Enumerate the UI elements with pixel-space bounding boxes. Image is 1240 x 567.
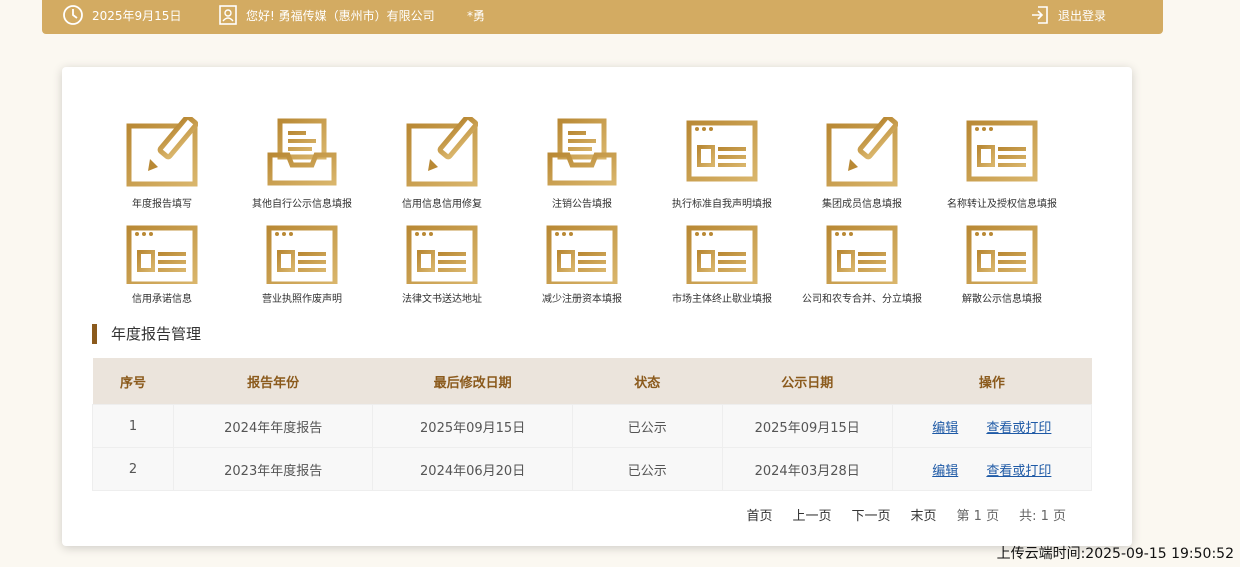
upload-timestamp: 上传云端时间:2025-09-15 19:50:52 xyxy=(996,546,1234,562)
cell-published: 2025年09月15日 xyxy=(721,404,893,448)
function-tile-label: 减少注册资本填报 xyxy=(542,294,622,305)
function-tile-label: 信用承诺信息 xyxy=(132,294,192,305)
first-page-button[interactable]: 首页 xyxy=(746,505,772,524)
edit-link[interactable]: 编辑 xyxy=(932,464,958,479)
greeting: 您好! 勇福传媒（惠州市）有限公司 xyxy=(218,0,435,30)
total-pages: 共: 1 页 xyxy=(1019,509,1066,524)
inbox-tray-icon xyxy=(546,117,618,189)
next-page-button[interactable]: 下一页 xyxy=(852,505,891,524)
function-tile-label: 集团成员信息填报 xyxy=(822,199,902,210)
function-tile[interactable]: 信用信息信用修复 xyxy=(372,114,512,210)
cell-no: 2 xyxy=(92,447,174,491)
browser-form-icon xyxy=(966,222,1038,284)
function-tile[interactable]: 其他自行公示信息填报 xyxy=(232,117,372,210)
cell-actions: 编辑 查看或打印 xyxy=(891,404,1093,448)
browser-form-icon xyxy=(406,222,478,284)
col-header-no: 序号 xyxy=(92,358,174,405)
browser-form-icon xyxy=(826,222,898,284)
date-display: 2025年9月15日 xyxy=(62,0,181,30)
function-tile[interactable]: 执行标准自我声明填报 xyxy=(652,117,792,210)
table-row: 2 2023年年度报告 2024年06月20日 已公示 2024年03月28日 … xyxy=(92,447,1093,491)
edit-link[interactable]: 编辑 xyxy=(932,421,958,436)
logout-icon xyxy=(1032,6,1048,24)
function-tile[interactable]: 市场主体终止歇业填报 xyxy=(652,222,792,305)
clock-icon xyxy=(63,5,83,25)
last-page-button[interactable]: 末页 xyxy=(911,505,937,524)
cell-actions: 编辑 查看或打印 xyxy=(891,447,1093,491)
cell-modified: 2024年06月20日 xyxy=(372,447,573,491)
function-tile[interactable]: 信用承诺信息 xyxy=(92,222,232,305)
greeting-text: 您好! 勇福传媒（惠州市）有限公司 xyxy=(246,8,435,23)
function-tile-label: 解散公示信息填报 xyxy=(962,294,1042,305)
cell-year: 2024年年度报告 xyxy=(172,404,374,448)
browser-form-icon xyxy=(966,117,1038,189)
function-tile-label: 市场主体终止歇业填报 xyxy=(672,294,772,305)
browser-form-icon xyxy=(546,222,618,284)
function-tile-label: 营业执照作废声明 xyxy=(262,294,342,305)
function-tile[interactable]: 公司和农专合并、分立填报 xyxy=(792,222,932,305)
browser-form-icon xyxy=(126,222,198,284)
username-text: *勇 xyxy=(467,8,486,23)
function-tile[interactable]: 集团成员信息填报 xyxy=(792,114,932,210)
function-tile-label: 公司和农专合并、分立填报 xyxy=(802,294,922,305)
date-text: 2025年9月15日 xyxy=(92,8,182,23)
edit-icon xyxy=(406,114,479,189)
function-tile-label: 信用信息信用修复 xyxy=(402,199,482,210)
function-tile[interactable]: 营业执照作废声明 xyxy=(232,222,372,305)
cell-year: 2023年年度报告 xyxy=(172,447,374,491)
col-header-published: 公示日期 xyxy=(722,358,893,405)
annual-report-table: 序号 报告年份 最后修改日期 状态 公示日期 操作 1 2024年年度报告 20… xyxy=(92,358,1093,491)
function-tile[interactable]: 法律文书送达地址 xyxy=(372,222,512,305)
edit-icon xyxy=(126,114,199,189)
username: *勇 xyxy=(467,0,485,30)
function-tile[interactable]: 注销公告填报 xyxy=(512,117,652,210)
view-print-link[interactable]: 查看或打印 xyxy=(986,421,1051,436)
function-tile-label: 注销公告填报 xyxy=(552,199,612,210)
browser-form-icon xyxy=(266,222,338,284)
browser-form-icon xyxy=(686,222,758,284)
function-tile[interactable]: 名称转让及授权信息填报 xyxy=(932,117,1072,210)
table-header-row: 序号 报告年份 最后修改日期 状态 公示日期 操作 xyxy=(92,358,1092,405)
user-badge-icon xyxy=(219,5,237,25)
function-tile[interactable]: 解散公示信息填报 xyxy=(932,222,1072,305)
function-tile-label: 法律文书送达地址 xyxy=(402,294,482,305)
cell-status: 已公示 xyxy=(571,447,723,491)
logout-button[interactable]: 退出登录 xyxy=(1030,0,1106,30)
pagination: 首页 上一页 下一页 末页 第 1 页 共: 1 页 xyxy=(746,505,1066,524)
main-card: 年度报告填写 其他自行公示信息填报 信用信息信用修复 注销公告填报 执行标准自我声明填报… xyxy=(62,67,1132,546)
function-tile-label: 其他自行公示信息填报 xyxy=(252,199,352,210)
cell-published: 2024年03月28日 xyxy=(721,447,893,491)
cell-no: 1 xyxy=(92,404,174,448)
function-tile-label: 名称转让及授权信息填报 xyxy=(947,199,1057,210)
edit-icon xyxy=(826,114,899,189)
view-print-link[interactable]: 查看或打印 xyxy=(986,464,1051,479)
inbox-tray-icon xyxy=(266,117,338,189)
function-tile-label: 年度报告填写 xyxy=(132,199,192,210)
page-info: 第 1 页 xyxy=(956,509,1000,524)
section-title: 年度报告管理 xyxy=(92,324,201,344)
function-tile[interactable]: 年度报告填写 xyxy=(92,114,232,210)
col-header-year: 报告年份 xyxy=(173,358,373,405)
browser-form-icon xyxy=(686,117,758,189)
col-header-actions: 操作 xyxy=(892,358,1092,405)
logout-label: 退出登录 xyxy=(1058,8,1107,23)
function-tile[interactable]: 减少注册资本填报 xyxy=(512,222,652,305)
col-header-status: 状态 xyxy=(572,358,723,405)
col-header-modified: 最后修改日期 xyxy=(372,358,573,405)
function-tile-label: 执行标准自我声明填报 xyxy=(672,199,772,210)
cell-status: 已公示 xyxy=(571,404,723,448)
table-row: 1 2024年年度报告 2025年09月15日 已公示 2025年09月15日 … xyxy=(92,404,1093,448)
top-bar: 2025年9月15日 您好! 勇福传媒（惠州市）有限公司 *勇 退出登录 xyxy=(42,0,1163,34)
prev-page-button[interactable]: 上一页 xyxy=(792,505,831,524)
cell-modified: 2025年09月15日 xyxy=(372,404,573,448)
